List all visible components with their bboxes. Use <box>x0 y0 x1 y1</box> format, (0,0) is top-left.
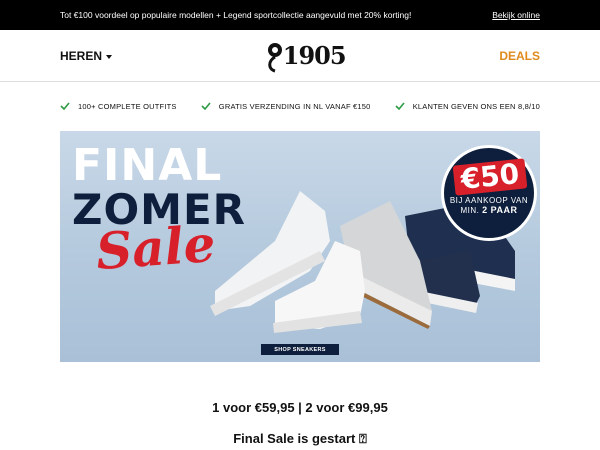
promo-bar: Tot €100 voordeel op populaire modellen … <box>0 0 600 30</box>
badge-line-2-bold: 2 PAAR <box>482 205 518 215</box>
shop-sneakers-button[interactable]: SHOP SNEAKERS <box>261 344 339 355</box>
men-menu[interactable]: HEREN <box>60 48 113 63</box>
site-header: HEREN 1905 DEALS <box>0 30 600 82</box>
usp-label: KLANTEN GEVEN ONS EEN 8,8/10 <box>412 101 540 111</box>
badge-line-2-prefix: MIN. <box>460 206 483 215</box>
promo-text: Tot €100 voordeel op populaire modellen … <box>60 10 412 20</box>
chevron-down-icon <box>106 54 113 59</box>
men-menu-label: HEREN <box>60 48 103 63</box>
brand-logo[interactable]: 1905 <box>266 39 347 73</box>
badge-line-2: MIN. 2 PAAR <box>444 205 534 215</box>
usp-label: GRATIS VERZENDING IN NL VANAF €150 <box>218 101 371 111</box>
check-icon <box>60 102 70 110</box>
usp-bar: 100+ COMPLETE OUTFITS GRATIS VERZENDING … <box>0 82 600 130</box>
logo-mark-icon <box>267 42 282 72</box>
view-online-link[interactable]: Bekijk online <box>492 10 540 20</box>
badge-line-1: BIJ AANKOOP VAN <box>449 196 529 205</box>
hero-banner[interactable]: FINAL ZOMER Sale €50 BIJ AANKOOP VAN MIN… <box>60 131 540 362</box>
hero-title-sale: Sale <box>94 213 218 282</box>
usp-item: GRATIS VERZENDING IN NL VANAF €150 <box>201 102 371 111</box>
discount-badge: €50 BIJ AANKOOP VAN MIN. 2 PAAR <box>441 145 537 241</box>
usp-item: 100+ COMPLETE OUTFITS <box>60 102 177 111</box>
final-sale-headline: Final Sale is gestart ⍰ <box>233 431 367 446</box>
price-offer-text: 1 voor €59,95 | 2 voor €99,95 <box>212 400 388 415</box>
logo-text: 1905 <box>282 41 347 70</box>
hero-title-final: FINAL <box>72 140 223 191</box>
usp-item: KLANTEN GEVEN ONS EEN 8,8/10 <box>395 102 540 111</box>
usp-label: 100+ COMPLETE OUTFITS <box>78 101 177 111</box>
badge-amount: €50 <box>452 157 528 196</box>
check-icon <box>395 102 405 110</box>
check-icon <box>201 102 211 110</box>
deals-link[interactable]: DEALS <box>499 49 540 63</box>
